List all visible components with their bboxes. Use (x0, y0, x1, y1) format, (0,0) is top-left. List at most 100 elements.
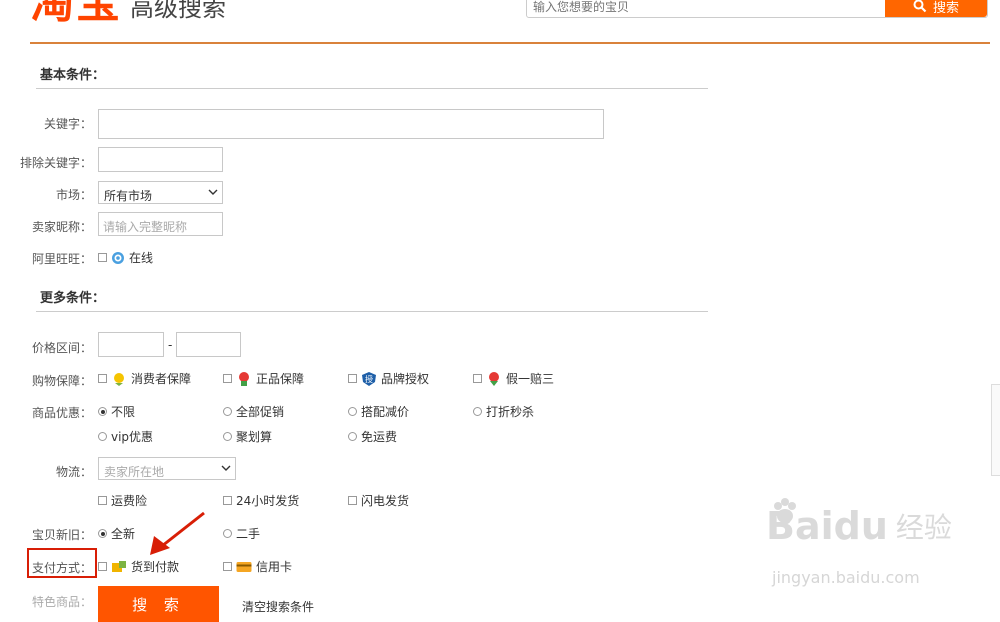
chevron-down-icon (208, 189, 218, 195)
search-submit-button[interactable]: 搜 索 (98, 586, 219, 622)
guarantee-label: 购物保障： (31, 374, 92, 388)
more-section-divider (36, 311, 708, 312)
cash-on-delivery-icon (112, 560, 126, 572)
logistics-select[interactable]: 卖家所在地 (98, 457, 236, 480)
promo-radio[interactable] (473, 407, 482, 416)
promo-radio[interactable] (223, 407, 232, 416)
logo-text: 淘宝 (30, 0, 122, 28)
logistics-checkbox[interactable] (98, 496, 107, 505)
search-icon (913, 0, 927, 13)
logistics-option-label: 闪电发货 (361, 494, 410, 508)
genuine-icon (239, 371, 249, 386)
credit-card-icon (236, 561, 252, 572)
promo-option[interactable]: vip优惠 (98, 428, 153, 445)
guarantee-checkbox[interactable] (473, 374, 482, 383)
clear-search-link[interactable]: 清空搜索条件 (242, 598, 314, 615)
promo-option-label: 搭配减价 (361, 405, 410, 419)
logistics-label: 物流： (55, 465, 92, 479)
payment-checkbox[interactable] (223, 562, 232, 571)
price-separator: - (168, 338, 173, 352)
svg-text:授: 授 (365, 374, 373, 384)
guarantee-label-text: 品牌授权 (381, 372, 430, 386)
promo-option[interactable]: 聚划算 (223, 428, 272, 445)
promo-option[interactable]: 打折秒杀 (473, 403, 534, 420)
watermark-brand-cn: 经验 (895, 511, 952, 544)
wangwang-online-checkbox[interactable] (98, 253, 107, 262)
guarantee-option-genuine[interactable]: 正品保障 (223, 370, 304, 387)
exclude-keyword-label: 排除关键字： (19, 156, 92, 170)
brand-authorized-icon: 授 (362, 371, 376, 386)
promo-option[interactable]: 全部促销 (223, 403, 284, 420)
watermark-url: jingyan.baidu.com (772, 568, 920, 587)
guarantee-label-text: 假一赔三 (506, 372, 555, 386)
fake-compensation-icon (489, 371, 499, 386)
market-select[interactable]: 所有市场 (98, 181, 223, 204)
logistics-option[interactable]: 运费险 (98, 492, 147, 509)
logistics-option-label: 24小时发货 (236, 494, 300, 508)
wangwang-online-option[interactable]: 在线 (98, 249, 153, 266)
basic-section-title: 基本条件： (40, 68, 106, 83)
promo-option-label: vip优惠 (111, 430, 154, 444)
promo-radio[interactable] (223, 432, 232, 441)
promo-label: 商品优惠： (31, 406, 92, 420)
promo-option-label: 全部促销 (236, 405, 285, 419)
condition-option-label: 全新 (111, 527, 136, 541)
seller-nickname-input[interactable]: 请输入完整昵称 (98, 212, 223, 236)
condition-label: 宝贝新旧： (31, 528, 92, 542)
header-divider (30, 42, 990, 44)
guarantee-option-brand[interactable]: 授 品牌授权 (348, 370, 429, 387)
logistics-checkbox[interactable] (223, 496, 232, 505)
promo-option-label: 打折秒杀 (486, 405, 535, 419)
condition-radio[interactable] (223, 529, 232, 538)
keyword-input[interactable] (98, 109, 604, 139)
price-range-label: 价格区间： (31, 341, 92, 355)
wangwang-icon (112, 251, 124, 264)
condition-option-label: 二手 (236, 527, 261, 541)
top-search-input[interactable] (533, 0, 883, 15)
logistics-option[interactable]: 24小时发货 (223, 492, 299, 509)
more-section-title: 更多条件： (40, 291, 106, 306)
logistics-option-label: 运费险 (111, 494, 148, 508)
guarantee-checkbox[interactable] (348, 374, 357, 383)
promo-option-label: 不限 (111, 405, 136, 419)
payment-option-credit-card[interactable]: 信用卡 (223, 558, 292, 575)
condition-option-used[interactable]: 二手 (223, 525, 260, 542)
promo-radio-selected[interactable] (98, 407, 107, 416)
promo-radio[interactable] (98, 432, 107, 441)
promo-radio[interactable] (348, 407, 357, 416)
baidu-watermark: Baidu 经验 (766, 498, 952, 548)
promo-radio[interactable] (348, 432, 357, 441)
guarantee-option-consumer[interactable]: 消费者保障 (98, 370, 191, 387)
payment-option-label: 信用卡 (256, 560, 293, 574)
market-label: 市场： (55, 188, 92, 202)
guarantee-checkbox[interactable] (98, 374, 107, 383)
top-search-button[interactable]: 搜索 (885, 0, 987, 17)
consumer-protection-icon (114, 372, 124, 386)
logistics-select-value: 卖家所在地 (104, 465, 165, 479)
promo-option[interactable]: 免运费 (348, 428, 397, 445)
keyword-label: 关键字： (43, 117, 92, 131)
basic-section-divider (36, 88, 708, 89)
guarantee-option-fake-compensation[interactable]: 假一赔三 (473, 370, 554, 387)
guarantee-label-text: 正品保障 (256, 372, 305, 386)
guarantee-checkbox[interactable] (223, 374, 232, 383)
promo-option[interactable]: 搭配减价 (348, 403, 409, 420)
payment-option-label: 货到付款 (131, 560, 180, 574)
logistics-checkbox[interactable] (348, 496, 357, 505)
top-search-button-label: 搜索 (932, 0, 959, 16)
wangwang-label: 阿里旺旺： (31, 252, 92, 266)
condition-radio-selected[interactable] (98, 529, 107, 538)
condition-option-new[interactable]: 全新 (98, 525, 135, 542)
logistics-option[interactable]: 闪电发货 (348, 492, 409, 509)
side-feedback-tab[interactable] (991, 384, 1000, 476)
payment-checkbox[interactable] (98, 562, 107, 571)
annotation-arrow-icon (150, 511, 205, 555)
page-title: 高级搜索 (130, 0, 226, 22)
price-min-input[interactable] (98, 332, 164, 357)
promo-option[interactable]: 不限 (98, 403, 135, 420)
payment-option-cod[interactable]: 货到付款 (98, 558, 179, 575)
price-max-input[interactable] (176, 332, 241, 357)
seller-nickname-placeholder: 请输入完整昵称 (103, 220, 188, 234)
logo[interactable]: 淘宝 高级搜索 (30, 0, 226, 28)
exclude-keyword-input[interactable] (98, 147, 223, 172)
